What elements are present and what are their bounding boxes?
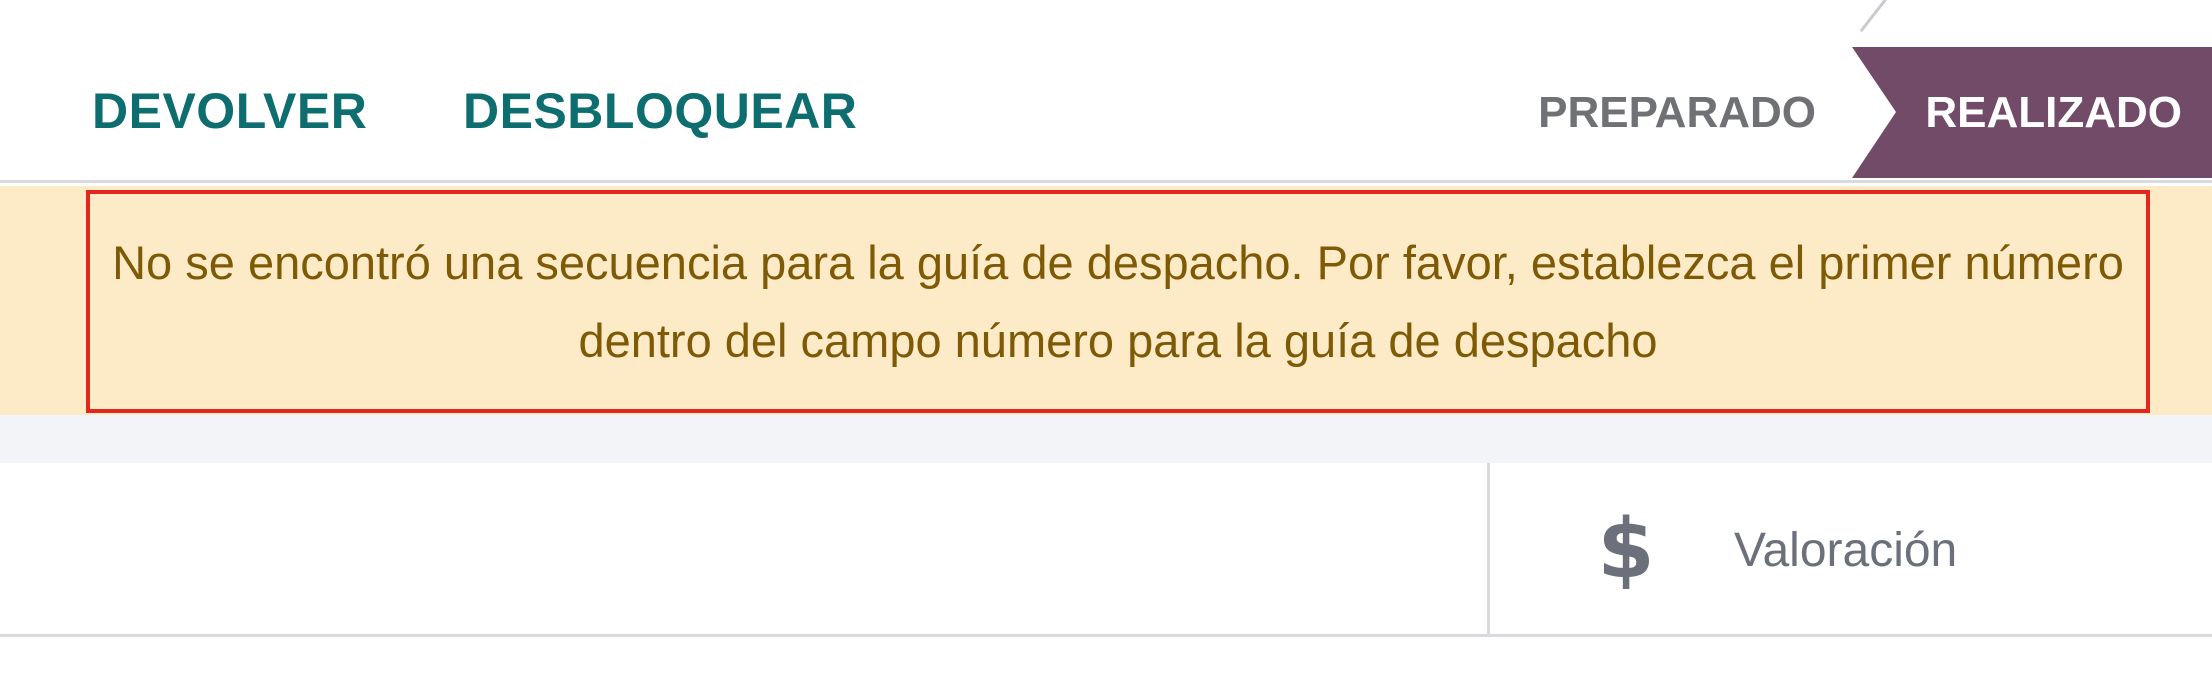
alert-message: No se encontró una secuencia para la guí… <box>112 235 2124 367</box>
return-button[interactable]: DEVOLVER <box>92 80 367 142</box>
status-stage-done[interactable]: REALIZADO <box>1852 47 2212 178</box>
unlock-button[interactable]: DESBLOQUEAR <box>463 80 857 142</box>
section-separator <box>0 415 2212 463</box>
alert-highlight-box: No se encontró una secuencia para la guí… <box>86 190 2150 413</box>
form-view: DEVOLVER DESBLOQUEAR PREPARADO REALIZADO… <box>0 0 2212 676</box>
valuation-label: Valoración <box>1734 524 1958 577</box>
status-stage-label: REALIZADO <box>1925 88 2182 137</box>
status-stage-prepared[interactable]: PREPARADO <box>1538 47 1816 178</box>
dollar-icon: $ <box>1597 502 1655 597</box>
divider-line <box>1859 0 1891 33</box>
form-control-bar: DEVOLVER DESBLOQUEAR PREPARADO REALIZADO <box>0 0 2212 183</box>
status-bar: PREPARADO REALIZADO <box>1512 47 2212 178</box>
